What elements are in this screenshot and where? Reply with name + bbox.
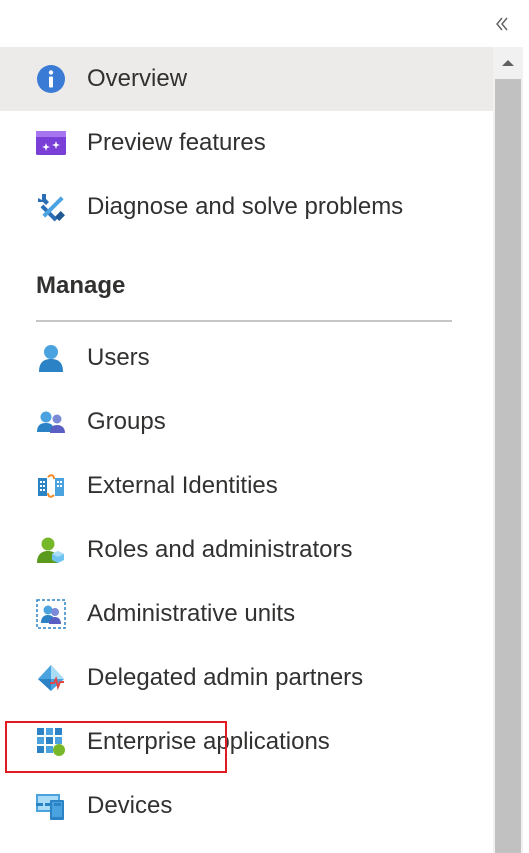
enterprise-apps-icon	[36, 727, 66, 757]
nav-item-label: Users	[87, 344, 150, 371]
info-icon	[36, 64, 66, 94]
nav-item-label: External Identities	[87, 472, 278, 499]
nav-item-label: Roles and administrators	[87, 536, 353, 563]
scrollbar-thumb[interactable]	[495, 79, 521, 853]
groups-icon	[36, 407, 66, 437]
user-icon	[36, 343, 66, 373]
nav-item-label: Groups	[87, 408, 166, 435]
section-divider	[36, 320, 452, 322]
section-header-manage: Manage	[36, 272, 126, 299]
external-identities-icon	[36, 471, 66, 501]
partially-visible-icon	[36, 803, 61, 806]
nav-item-external-identities[interactable]: External Identities	[0, 454, 493, 518]
preview-icon	[36, 128, 66, 158]
admin-units-icon	[36, 599, 66, 629]
wrench-screwdriver-icon	[36, 192, 66, 222]
nav-item-label: Preview features	[87, 129, 266, 156]
double-chevron-left-icon	[496, 17, 508, 31]
nav-item-enterprise-applications[interactable]: Enterprise applications	[0, 710, 493, 774]
nav-item-label: Enterprise applications	[87, 728, 330, 755]
vertical-scrollbar[interactable]	[493, 47, 523, 853]
nav-item-overview[interactable]: Overview	[0, 47, 493, 111]
roles-icon	[36, 535, 66, 565]
nav-item-devices[interactable]: Devices	[0, 774, 493, 838]
nav-item-users[interactable]: Users	[0, 326, 493, 390]
nav-item-diagnose[interactable]: Diagnose and solve problems	[0, 175, 493, 239]
nav-item-groups[interactable]: Groups	[0, 390, 493, 454]
nav-item-label: Devices	[87, 792, 173, 819]
nav-menu: Overview Preview features Diagnose and s…	[0, 47, 493, 853]
delegated-partners-icon	[36, 663, 66, 693]
nav-item-preview-features[interactable]: Preview features	[0, 111, 493, 175]
triangle-up-icon	[502, 60, 514, 66]
nav-item-roles-administrators[interactable]: Roles and administrators	[0, 518, 493, 582]
nav-item-label: Administrative units	[87, 600, 296, 627]
nav-item-delegated-admin-partners[interactable]: Delegated admin partners	[0, 646, 493, 710]
nav-item-administrative-units[interactable]: Administrative units	[0, 582, 493, 646]
collapse-menu-button[interactable]	[490, 10, 514, 38]
navigation-panel: Overview Preview features Diagnose and s…	[0, 0, 529, 853]
nav-item-label: Diagnose and solve problems	[87, 193, 404, 220]
scroll-up-button[interactable]	[493, 47, 523, 79]
nav-item-label: Delegated admin partners	[87, 664, 364, 691]
nav-item-label: Overview	[87, 65, 188, 92]
